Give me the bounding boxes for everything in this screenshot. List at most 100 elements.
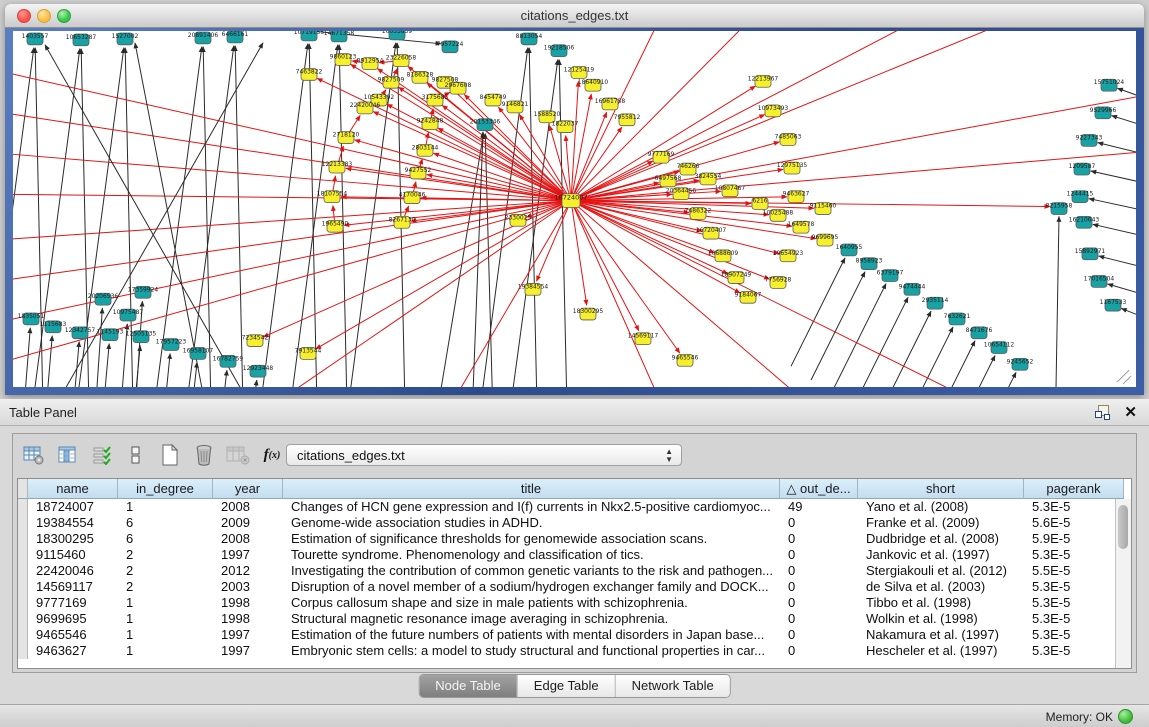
network-node[interactable]: 1209587 <box>1069 163 1096 175</box>
table-cell[interactable]: Tibbo et al. (1998) <box>858 595 1024 611</box>
network-node[interactable]: 1640955 <box>836 244 863 256</box>
show-columns-icon[interactable] <box>55 443 81 467</box>
table-cell[interactable]: 5.6E-5 <box>1024 515 1124 531</box>
network-node[interactable]: 1115683 <box>40 321 67 333</box>
table-cell[interactable]: Estimation of significance thresholds fo… <box>283 531 780 547</box>
network-node[interactable]: 9827509 <box>378 76 405 88</box>
hide-column-icon[interactable] <box>123 443 149 467</box>
network-node[interactable]: 10807467 <box>715 185 746 197</box>
table-row[interactable]: 1872400712008Changes of HCN gene express… <box>18 499 1131 515</box>
network-node[interactable]: 1822037 <box>552 121 579 133</box>
table-cell[interactable]: 0 <box>780 627 858 643</box>
table-cell[interactable]: 0 <box>780 579 858 595</box>
network-node[interactable]: 19654923 <box>773 250 804 262</box>
table-cell[interactable]: 1997 <box>213 643 283 659</box>
network-node[interactable]: 16961758 <box>595 98 626 110</box>
table-cell[interactable]: 9465546 <box>28 627 118 643</box>
tab-node-table[interactable]: Node Table <box>419 675 518 697</box>
network-node[interactable]: 6466161 <box>222 31 249 43</box>
table-cell[interactable]: Wolkin et al. (1998) <box>858 611 1024 627</box>
table-cell[interactable]: 2 <box>118 579 213 595</box>
network-node[interactable]: 7913544 <box>295 348 322 360</box>
network-node[interactable]: 16210643 <box>1069 216 1100 228</box>
network-node[interactable]: 22420046 <box>350 102 381 114</box>
table-row[interactable]: 969969511998Structural magnetic resonanc… <box>18 611 1131 627</box>
vertical-scrollbar[interactable] <box>1115 499 1131 668</box>
network-node[interactable]: 2718120 <box>333 132 360 144</box>
column-header-short[interactable]: short <box>858 479 1024 499</box>
network-node[interactable]: 20364456 <box>666 188 697 200</box>
table-cell[interactable]: 2003 <box>213 579 283 595</box>
network-node[interactable]: 3824554 <box>695 173 722 185</box>
float-panel-icon[interactable] <box>1095 404 1111 420</box>
network-node[interactable]: 10025488 <box>763 209 794 221</box>
table-cell[interactable]: 5.3E-5 <box>1024 611 1124 627</box>
network-node[interactable]: 10975487 <box>113 309 144 321</box>
table-selector-dropdown[interactable]: citations_edges.txt ▲▼ <box>286 444 682 466</box>
network-node[interactable]: 1649578 <box>788 221 815 233</box>
table-cell[interactable]: 1997 <box>213 627 283 643</box>
table-cell[interactable]: Estimation of the future numbers of pati… <box>283 627 780 643</box>
network-node[interactable]: 16720407 <box>696 227 727 239</box>
table-row[interactable]: 946362711997Embryonic stem cells: a mode… <box>18 643 1131 659</box>
tab-edge-table[interactable]: Edge Table <box>518 675 616 697</box>
table-row[interactable]: 1938455462009Genome-wide association stu… <box>18 515 1131 531</box>
table-cell[interactable]: Tourette syndrome. Phenomenology and cla… <box>283 547 780 563</box>
network-node[interactable]: 20891406 <box>188 32 219 44</box>
network-node[interactable]: 14671358 <box>324 31 355 42</box>
table-cell[interactable]: 2 <box>118 563 213 579</box>
network-node[interactable]: 1527002 <box>112 33 139 45</box>
network-node[interactable]: 6216 <box>752 198 768 210</box>
tab-network-table[interactable]: Network Table <box>616 675 730 697</box>
network-node[interactable]: 19384554 <box>518 283 549 295</box>
column-header-title[interactable]: title <box>283 479 780 499</box>
network-node[interactable]: 9699695 <box>812 234 839 246</box>
network-node[interactable]: 6379197 <box>877 270 904 282</box>
table-cell[interactable]: 1998 <box>213 595 283 611</box>
column-header-in_degree[interactable]: in_degree <box>118 479 213 499</box>
table-cell[interactable]: Genome-wide association studies in ADHD. <box>283 515 780 531</box>
table-cell[interactable]: 14569117 <box>28 579 118 595</box>
close-panel-icon[interactable]: ✕ <box>1124 403 1137 421</box>
table-cell[interactable]: 49 <box>780 499 858 515</box>
table-row[interactable]: 2242004622012Investigating the contribut… <box>18 563 1131 579</box>
table-cell[interactable]: Changes of HCN gene expression and I(f) … <box>283 499 780 515</box>
table-cell[interactable]: Dudbridge et al. (2008) <box>858 531 1024 547</box>
network-node[interactable]: 9227343 <box>1076 135 1103 147</box>
network-node[interactable]: 7756928 <box>765 277 792 289</box>
table-cell[interactable]: 5.3E-5 <box>1024 643 1124 659</box>
table-cell[interactable]: Yano et al. (2008) <box>858 499 1024 515</box>
memory-ok-indicator-icon[interactable] <box>1118 709 1133 724</box>
table-cell[interactable]: 0 <box>780 515 858 531</box>
network-node[interactable]: 9529966 <box>1090 107 1117 119</box>
table-cell[interactable]: Franke et al. (2009) <box>858 515 1024 531</box>
table-row[interactable]: 911546021997Tourette syndrome. Phenomeno… <box>18 547 1131 563</box>
network-node[interactable]: 2330025 <box>505 214 532 226</box>
network-node[interactable]: 8912954 <box>357 58 384 70</box>
table-cell[interactable]: 9463627 <box>28 643 118 659</box>
table-cell[interactable]: 5.3E-5 <box>1024 627 1124 643</box>
table-cell[interactable]: 2012 <box>213 563 283 579</box>
table-cell[interactable]: 2 <box>118 547 213 563</box>
table-cell[interactable]: 0 <box>780 611 858 627</box>
network-node[interactable]: 7486322 <box>685 207 712 219</box>
delete-table-icon[interactable] <box>191 443 217 467</box>
network-node[interactable]: 9463627 <box>783 191 810 203</box>
table-cell[interactable]: Disruption of a novel member of a sodium… <box>283 579 780 595</box>
network-node[interactable]: 9474444 <box>899 283 926 295</box>
network-node[interactable]: 18300295 <box>573 308 604 320</box>
table-cell[interactable]: Corpus callosum shape and size in male p… <box>283 595 780 611</box>
table-cell[interactable]: 1 <box>118 595 213 611</box>
network-node[interactable]: 1403557 <box>22 33 49 45</box>
table-cell[interactable]: 1 <box>118 643 213 659</box>
network-node[interactable]: 8471676 <box>966 327 993 339</box>
network-node[interactable]: 8813054 <box>516 33 543 45</box>
column-header-out_de[interactable]: △ out_de... <box>780 479 858 499</box>
network-node[interactable]: 10688609 <box>708 250 739 262</box>
network-node[interactable]: 9184067 <box>735 291 762 303</box>
function-builder-icon[interactable]: f(x) <box>259 443 285 467</box>
table-cell[interactable]: 0 <box>780 563 858 579</box>
network-node[interactable]: 12213383 <box>322 161 353 173</box>
network-node[interactable]: 10653287 <box>66 34 97 46</box>
network-node[interactable]: 12505135 <box>126 331 157 343</box>
